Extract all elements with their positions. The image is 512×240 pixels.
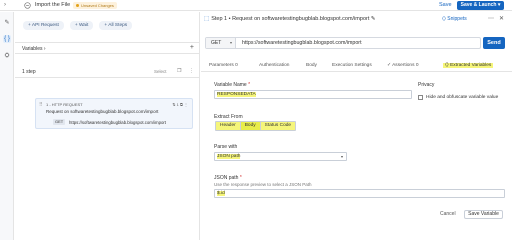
parse-with-value: JSON path	[217, 154, 241, 159]
tab-extracted-variables-label: Extracted Variables	[450, 63, 492, 68]
launch-chevron-icon: ▾	[497, 2, 501, 8]
json-path-input[interactable]: $.id	[214, 189, 505, 198]
save-button[interactable]: Save	[439, 2, 452, 8]
tab-assertions-count: 0	[415, 63, 419, 68]
cancel-button[interactable]: Cancel	[440, 211, 456, 217]
save-variable-button[interactable]: Save Variable	[464, 210, 503, 219]
chevron-down-icon: ▾	[229, 40, 232, 45]
send-button[interactable]: Send	[483, 37, 505, 49]
add-variable-icon[interactable]: +	[190, 44, 194, 51]
request-tabs: Parameters 0 Authentication Body Executi…	[201, 60, 512, 72]
step-title-text: Step 1 • Request on softwaretestingbugbl…	[211, 16, 370, 22]
required-mark: *	[248, 82, 251, 88]
method-select[interactable]: GET ▾	[206, 38, 236, 48]
step-icon: ⬚	[204, 16, 210, 22]
steps-count: 1 step	[22, 69, 36, 75]
step-card-subtitle: Request on softwaretestingbugblab.blogsp…	[46, 109, 159, 114]
more-icon[interactable]: ⋮	[189, 68, 194, 74]
tab-execution-settings[interactable]: Execution Settings	[332, 63, 372, 68]
json-path-value: $.id	[217, 191, 225, 196]
variable-name-input[interactable]: RESPONSEDATA	[214, 90, 412, 99]
step-card-method: GET	[53, 119, 66, 125]
top-bar: › Import the File Unsaved Changes Save S…	[0, 0, 512, 11]
step-title: ⬚ Step 1 • Request on softwaretestingbugb…	[204, 16, 376, 22]
variables-section[interactable]: Variables › +	[15, 42, 200, 54]
extract-from-label: Extract From	[214, 114, 243, 120]
tab-parameters-label: Parameters	[209, 63, 234, 68]
privacy-label: Privacy	[418, 82, 435, 88]
variables-text: Variables	[22, 46, 43, 52]
more-options-icon[interactable]: ⋯	[488, 15, 494, 22]
parse-with-select[interactable]: JSON path ▾	[214, 152, 347, 161]
tab-parameters[interactable]: Parameters 0	[209, 63, 238, 68]
select-button[interactable]: Select	[154, 69, 167, 74]
api-request-button[interactable]: + API Request	[23, 21, 64, 30]
api-request-label: API Request	[31, 23, 59, 28]
json-path-label-text: JSON path	[214, 175, 239, 181]
steps-panel: + API Request + Wait + All Steps Variabl…	[15, 12, 200, 240]
step-counter: 1	[176, 102, 179, 107]
variable-name-label-text: Variable Name	[214, 82, 247, 88]
url-input[interactable]: https://softwaretestingbugblab.blogspot.…	[242, 40, 362, 46]
tab-assertions[interactable]: ✓ Assertions 0	[387, 63, 419, 68]
all-steps-button[interactable]: + All Steps	[99, 21, 133, 30]
add-step-toolbar: + API Request + Wait + All Steps	[23, 21, 133, 30]
steps-header: 1 step Select ❐ ⋮	[15, 64, 200, 78]
extract-from-segmented: Header Body Status Code	[215, 121, 297, 131]
extract-option-status-code[interactable]: Status Code	[260, 122, 296, 130]
hide-value-checkbox[interactable]	[418, 95, 423, 100]
page-title: Import the File	[35, 2, 71, 8]
tab-extracted-variables[interactable]: ⟨⟩ Extracted Variables	[443, 63, 494, 68]
unsaved-badge: Unsaved Changes	[73, 2, 117, 9]
tab-body[interactable]: Body	[306, 63, 317, 68]
icon-rail: ✎ { } ⛭	[0, 12, 14, 240]
wait-label: Wait	[78, 23, 89, 28]
json-path-hint: Use the response preview to select a JSO…	[214, 182, 312, 187]
variables-label: Variables ›	[22, 46, 46, 52]
tab-authentication[interactable]: Authentication	[259, 63, 289, 68]
snippets-button[interactable]: ⟨⟩ Snippets	[442, 16, 467, 22]
hide-value-label: Hide and obfuscate variable value	[426, 95, 499, 100]
step-card-header: 1 - HTTP REQUEST	[46, 102, 83, 107]
variable-name-label: Variable Name *	[214, 82, 250, 88]
save-launch-button[interactable]: Save & Launch ▾	[457, 1, 504, 10]
code-icon[interactable]: { }	[3, 35, 11, 43]
json-path-label: JSON path *	[214, 175, 242, 181]
method-value: GET	[211, 40, 222, 46]
snippets-label: Snippets	[447, 16, 467, 22]
tab-parameters-count: 0	[235, 63, 238, 68]
close-icon[interactable]: ✕	[499, 15, 504, 22]
wait-button[interactable]: + Wait	[69, 21, 94, 30]
step-card-actions[interactable]: ⇅ 1 ⧉ ⋮	[172, 102, 188, 107]
url-bar: GET ▾ https://softwaretestingbugblab.blog…	[205, 37, 481, 49]
save-launch-label: Save & Launch	[460, 2, 497, 8]
all-steps-label: All Steps	[108, 23, 128, 28]
parse-with-label: Parse with	[214, 144, 238, 150]
drag-handle-icon[interactable]: ⠿	[39, 102, 43, 108]
flow-icon	[24, 2, 31, 9]
variable-name-value: RESPONSEDATA	[217, 92, 256, 97]
step-card-url: https://softwaretestingbugblab.blogspot.…	[69, 120, 166, 125]
extract-option-header[interactable]: Header	[216, 122, 241, 130]
copy-icon[interactable]: ❐	[177, 68, 181, 74]
chevron-down-icon: ▾	[340, 154, 343, 159]
tab-assertions-label: Assertions	[392, 63, 415, 68]
settings-icon[interactable]: ⛭	[3, 52, 11, 60]
step-card[interactable]: ⠿ 1 - HTTP REQUEST ⇅ 1 ⧉ ⋮ Request on so…	[35, 98, 193, 129]
back-chevron-icon[interactable]: ›	[4, 2, 6, 8]
required-mark: *	[239, 175, 242, 181]
edit-icon[interactable]: ✎	[3, 19, 11, 27]
extract-option-body[interactable]: Body	[240, 122, 261, 130]
